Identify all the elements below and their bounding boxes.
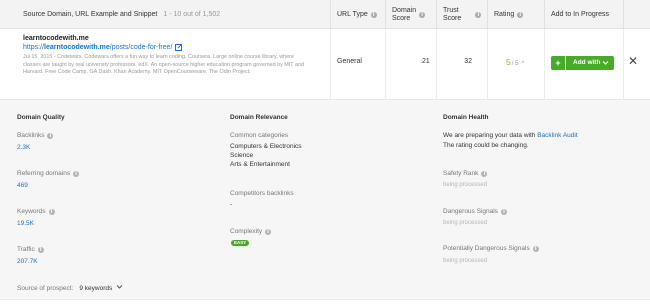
info-icon[interactable]: i [370, 11, 377, 18]
keywords-value[interactable]: 19.5K [17, 220, 34, 227]
referring-domains-label: Referring domains i [17, 170, 80, 177]
domain-name: learntocodewith.me [23, 35, 89, 42]
safety-rank-value: being processed [443, 182, 488, 188]
backlinks-label: Backlinks i [17, 132, 54, 139]
add-with-dropdown[interactable]: Add with [566, 56, 614, 70]
external-link-icon[interactable] [175, 44, 183, 51]
source-of-prospect: Source of prospect: 9 keywords [17, 284, 123, 292]
rating-value: 5 [506, 57, 511, 67]
complexity-label: Complexity i [230, 228, 272, 235]
category-item: Arts & Entertainment [230, 161, 290, 168]
category-item: Science [230, 152, 254, 159]
info-icon[interactable]: i [475, 11, 482, 18]
category-item: Computers & Electronics [230, 143, 302, 150]
preparing-text: We are preparing your data with Backlink… [443, 132, 578, 139]
dangerous-signals-value: being processed [443, 220, 488, 226]
url-path: /posts/code-for-free/ [109, 44, 173, 51]
url-link[interactable]: https://learntocodewith.me/posts/code-fo… [23, 44, 183, 51]
potentially-dangerous-label: Potentially Dangerous Signals i [443, 245, 539, 252]
trust-score-value: 32 [464, 58, 472, 65]
snippet-text: Jul 15, 2015 - Codewars. Codewars offers… [23, 54, 304, 76]
info-icon[interactable]: i [500, 208, 507, 215]
info-icon[interactable]: i [419, 11, 426, 18]
competitors-backlinks-value: - [230, 201, 233, 208]
backlinks-value[interactable]: 2.3K [17, 144, 30, 151]
info-icon[interactable]: i [265, 228, 272, 235]
info-icon[interactable]: i [47, 132, 54, 139]
column-trust-score-label-2: Score [443, 14, 462, 22]
backlink-audit-link[interactable]: Backlink Audit [537, 132, 577, 139]
column-source-label: Source Domain, URL Example and Snippet [23, 10, 158, 18]
table-header: Source Domain, URL Example and Snippet 1… [0, 0, 650, 29]
column-domain-score-label: Domain [392, 6, 417, 14]
competitors-backlinks-label: Competitors backlinks [230, 190, 294, 197]
source-dropdown[interactable]: 9 keywords [79, 284, 123, 292]
info-icon[interactable]: i [48, 208, 55, 215]
info-icon[interactable]: i [517, 11, 524, 18]
changing-text: The rating could be changing. [443, 142, 529, 149]
column-header-rating[interactable]: Rating i [494, 0, 524, 29]
info-icon[interactable]: i [37, 246, 44, 253]
column-header-url-type[interactable]: URL Type i [337, 0, 377, 29]
bottom-spacer [0, 300, 650, 308]
domain-health-title: Domain Health [443, 114, 489, 121]
potentially-dangerous-value: being processed [443, 258, 488, 264]
column-add-label: Add to In Progress [551, 10, 609, 18]
url-type-value: General [337, 58, 362, 65]
categories-label: Common categories [230, 132, 289, 139]
traffic-value[interactable]: 207.7K [17, 258, 38, 265]
domain-quality-title: Domain Quality [17, 114, 65, 121]
info-icon[interactable]: i [73, 170, 80, 177]
add-button[interactable]: + [551, 56, 565, 70]
table-row: learntocodewith.me https://learntocodewi… [0, 29, 650, 100]
url-prefix: https:// [23, 44, 45, 51]
rating-max: / 5 [511, 61, 519, 67]
column-header-source: Source Domain, URL Example and Snippet 1… [23, 0, 220, 29]
column-domain-score-label-2: Score [392, 14, 411, 22]
column-header-domain-score[interactable]: Domain Score i [392, 0, 426, 29]
domain-score-value: 21 [422, 58, 430, 65]
dangerous-signals-label: Dangerous Signals i [443, 208, 507, 215]
referring-domains-value[interactable]: 469 [17, 182, 28, 189]
chevron-down-icon [116, 285, 123, 292]
add-with-label: Add with [573, 59, 601, 66]
column-header-trust-score[interactable]: Trust Score i [443, 0, 482, 29]
source-label: Source of prospect: [17, 284, 74, 292]
complexity-badge: EASY [231, 240, 250, 246]
rating: 5 / 5 ^ [506, 57, 524, 67]
safety-rank-label: Safety Rank i [443, 170, 488, 177]
details-panel: Domain Quality Backlinks i 2.3K Referring… [0, 100, 650, 300]
column-rating-label: Rating [494, 10, 515, 18]
column-header-add: Add to In Progress [551, 0, 609, 29]
result-count: 1 - 10 out of 1,502 [163, 10, 221, 18]
chevron-down-icon [602, 56, 609, 76]
keywords-label: Keywords i [17, 208, 55, 215]
traffic-label: Traffic i [17, 246, 44, 253]
url-domain: learntocodewith.me [44, 44, 110, 51]
domain-relevance-title: Domain Relevance [230, 114, 288, 121]
column-url-type-label: URL Type [337, 10, 368, 18]
info-icon[interactable]: i [532, 245, 539, 252]
info-icon[interactable]: i [481, 170, 488, 177]
chevron-up-icon[interactable]: ^ [521, 61, 524, 67]
close-icon[interactable]: ✕ [628, 54, 638, 68]
column-trust-score-label: Trust [443, 6, 459, 14]
